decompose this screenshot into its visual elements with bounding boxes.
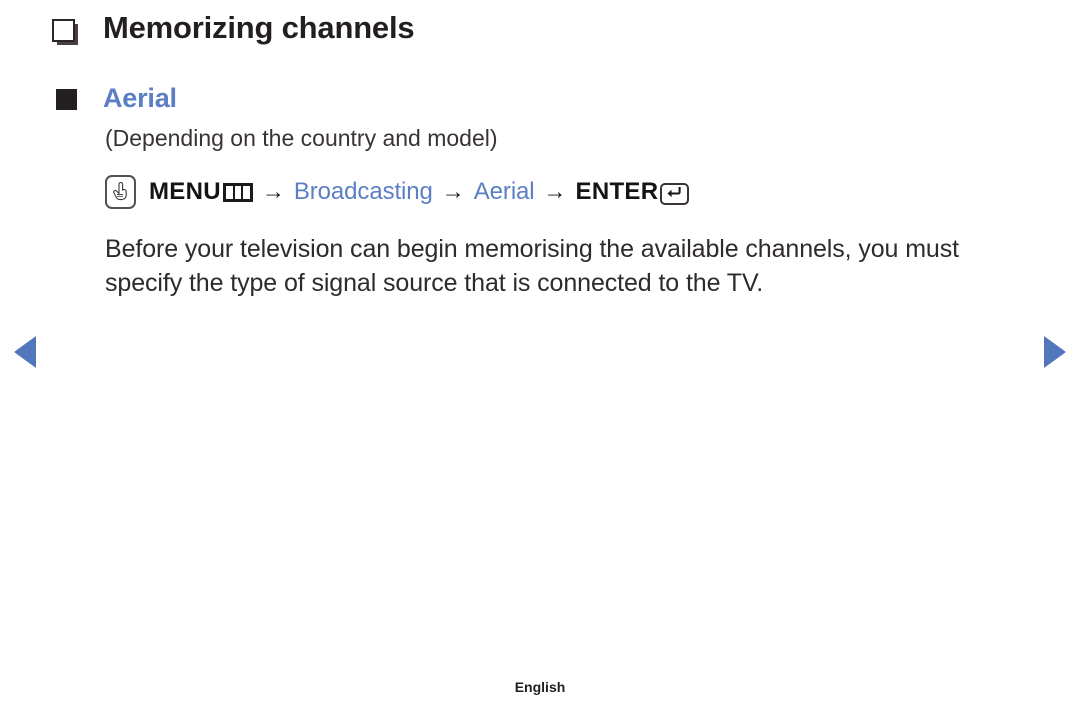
footer-language-label: English [514,679,566,695]
page-title: Memorizing channels [103,10,415,45]
triangle-right-icon[interactable] [1044,336,1066,368]
menu-path-breadcrumb: MENU → Broadcasting → Aerial → ENTER [105,174,1005,209]
enter-label: ENTER [575,177,659,205]
menu-grid-icon [222,183,253,203]
path-arrow-1: → [261,178,285,205]
hollow-square-bullet-icon [52,18,75,42]
menu-label: MENU [149,177,221,205]
solid-square-bullet-icon [56,89,77,110]
page-title-row: Memorizing channels [52,10,415,46]
section-heading-row: Aerial [56,83,177,114]
section-heading: Aerial [103,83,177,113]
return-key-icon [660,182,690,205]
content-area: (Depending on the country and model) MEN… [105,124,1005,300]
section-subnote: (Depending on the country and model) [105,125,498,151]
path-item-broadcasting: Broadcasting [293,177,433,205]
body-paragraph: Before your television can begin memoris… [105,234,959,297]
path-arrow-3: → [543,178,567,205]
touch-gesture-icon [105,174,136,209]
triangle-left-icon[interactable] [14,336,36,368]
path-arrow-2: → [441,178,465,205]
path-item-aerial: Aerial [473,177,535,205]
